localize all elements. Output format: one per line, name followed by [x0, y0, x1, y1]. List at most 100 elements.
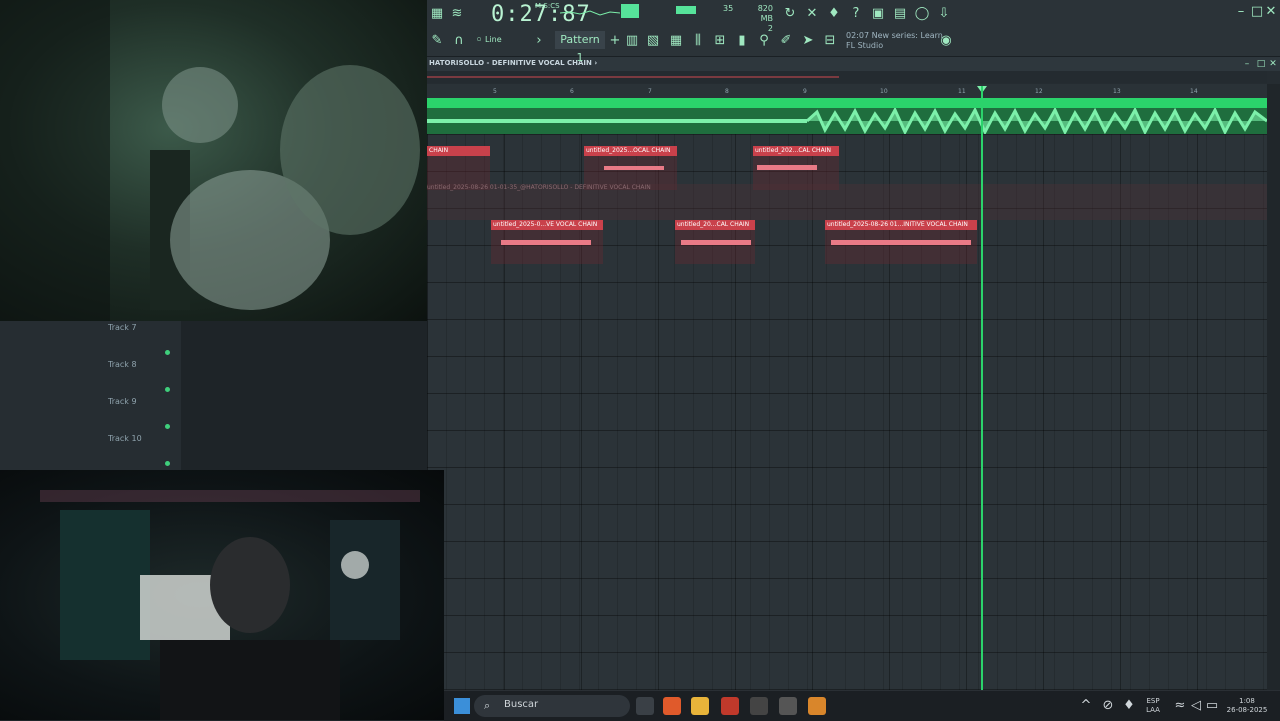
mic-icon[interactable]: ♦ [826, 6, 842, 22]
bar-number: 11 [958, 88, 966, 95]
steam-icon[interactable] [750, 697, 768, 715]
bar-number: 5 [493, 88, 497, 95]
audio-clip-vocal[interactable]: untitled_20...CAL CHAIN [675, 220, 755, 264]
language-indicator[interactable]: ESP LAA [1144, 697, 1162, 715]
playlist-close-icon[interactable]: ✕ [1265, 56, 1280, 72]
waveform [757, 165, 817, 170]
brush-icon[interactable]: ✐ [778, 33, 794, 49]
bar-number: 12 [1035, 88, 1043, 95]
plugin-icon[interactable]: ▤ [892, 6, 908, 22]
taskbar-search[interactable]: ⌕ Buscar [474, 695, 630, 717]
waveform [604, 166, 664, 170]
chat-icon[interactable]: ◯ [914, 6, 930, 22]
clip-label: untitled_2025-08-26 01...INITIVE VOCAL C… [827, 221, 968, 228]
waveform-monitor [560, 10, 620, 16]
add-pattern-icon[interactable]: + [607, 33, 623, 49]
memory-stats: 820 MB 2 [749, 4, 773, 34]
mixer-icon[interactable]: ⫼ [690, 33, 706, 49]
waveform [501, 240, 591, 245]
audio-clip-vocal[interactable]: untitled_2025-0...VE VOCAL CHAIN [491, 220, 603, 264]
tempo-tap-icon[interactable]: ≋ [449, 6, 465, 22]
vertical-scrollbar[interactable] [1267, 84, 1280, 690]
playlist-window: HATORISOLLO - DEFINITIVE VOCAL CHAIN › –… [427, 56, 1280, 690]
bar-number: 6 [570, 88, 574, 95]
close-icon[interactable]: ✕ [1263, 4, 1279, 20]
playlist-icon[interactable]: ▥ [624, 33, 640, 49]
channel-rack-icon[interactable]: ▦ [668, 33, 684, 49]
download-icon[interactable]: ⇩ [936, 6, 952, 22]
bar-number: 14 [1190, 88, 1198, 95]
chevron-right-icon[interactable]: › [531, 33, 547, 49]
cart-icon[interactable]: ⊟ [822, 33, 838, 49]
hint-line-1: 02:07 New series: Learn [846, 31, 943, 40]
windows-start-icon[interactable] [454, 698, 470, 714]
task-view-icon[interactable] [636, 697, 654, 715]
track-label[interactable]: Track 7 [108, 323, 137, 332]
metronome-icon[interactable]: ✕ [804, 6, 820, 22]
network-icon[interactable]: ⊘ [1100, 698, 1116, 714]
clip-label: untitled_2025...OCAL CHAIN [586, 147, 671, 154]
browser-icon[interactable]: ⊞ [712, 33, 728, 49]
webcam-overlay-top [0, 0, 427, 321]
webcam-scene-top [0, 0, 420, 321]
chevron-right-icon[interactable]: › [594, 59, 597, 67]
plug-icon[interactable]: ⚲ [756, 33, 772, 49]
save-icon[interactable]: ▣ [870, 6, 886, 22]
brave-icon[interactable] [663, 697, 681, 715]
search-input[interactable]: Buscar [504, 699, 538, 710]
pencil-icon[interactable]: ✎ [429, 33, 445, 49]
clock-date: 26-08-2025 [1226, 706, 1268, 714]
search-icon: ⌕ [484, 699, 491, 712]
timeline-ruler[interactable]: 5 6 7 8 9 10 11 12 13 14 [427, 84, 1267, 98]
ghost-clip-label: untitled_2025-08-26 01-01-35_@HATORISOLL… [427, 184, 651, 191]
fl-studio-icon[interactable] [808, 697, 826, 715]
audio-clip-beat[interactable] [427, 98, 1267, 134]
track-label[interactable]: Track 8 [108, 360, 137, 369]
track-mute-dot[interactable] [165, 461, 170, 466]
volume-icon[interactable]: ◁ [1188, 698, 1204, 714]
webcam-overlay-bottom [0, 470, 444, 720]
fl-toolbar: ▦ ≋ 0:27:87 M:S:CS 35 820 MB 2 ↻ ✕ ♦ ? ▣… [427, 0, 1280, 64]
ghost-clip[interactable]: untitled_2025-08-26 01-01-35_@HATORISOLL… [427, 184, 1267, 220]
track-mute-dot[interactable] [165, 350, 170, 355]
horizontal-scrollbar[interactable] [427, 71, 1267, 83]
piano-roll-icon[interactable]: ▧ [645, 33, 661, 49]
render-icon[interactable]: ➤ [800, 33, 816, 49]
pattern-selector[interactable]: Pattern 1 [555, 31, 605, 64]
app-icon[interactable] [721, 697, 739, 715]
track-mute-dot[interactable] [165, 424, 170, 429]
wifi-icon[interactable]: ≈ [1172, 698, 1188, 714]
snap-mode-select[interactable]: Line [485, 35, 502, 44]
track-label[interactable]: Track 10 [108, 434, 142, 443]
online-icon[interactable]: ◉ [938, 33, 954, 49]
clip-label: untitled_20...CAL CHAIN [677, 221, 750, 228]
lang-line-1: ESP [1146, 697, 1160, 705]
master-level-meter [621, 4, 639, 18]
audio-clip-vocal[interactable]: untitled_2025-08-26 01...INITIVE VOCAL C… [825, 220, 977, 264]
scroll-thumb[interactable] [427, 76, 839, 78]
minimize-icon[interactable]: – [1233, 4, 1249, 20]
clipboard-icon[interactable]: ▮ [734, 33, 750, 49]
time-unit-label: M:S:CS [535, 2, 560, 10]
waveform [681, 240, 751, 245]
loop-record-icon[interactable]: ↻ [782, 6, 798, 22]
magnet-icon[interactable]: ∩ [451, 33, 467, 49]
chevron-up-icon[interactable]: ^ [1078, 698, 1094, 714]
waveform [427, 108, 1267, 134]
hint-bar[interactable]: 02:07 New series: Learn FL Studio [846, 31, 943, 51]
clip-label: CHAIN [429, 147, 449, 154]
waveform [831, 240, 971, 245]
battery-icon[interactable]: ▭ [1204, 698, 1220, 714]
track-mute-dot[interactable] [165, 387, 170, 392]
bar-number: 13 [1113, 88, 1121, 95]
mic-icon[interactable]: ♦ [1121, 698, 1137, 714]
file-explorer-icon[interactable] [691, 697, 709, 715]
playlist-tracks-area[interactable]: CHAIN untitled_2025...OCAL CHAIN untitle… [427, 98, 1267, 690]
fl-menu-icon[interactable]: ▦ [429, 6, 445, 22]
app-icon[interactable] [779, 697, 797, 715]
clock[interactable]: 1:08 26-08-2025 [1222, 697, 1272, 715]
help-icon[interactable]: ? [848, 6, 864, 22]
playhead[interactable] [981, 86, 983, 690]
track-label[interactable]: Track 9 [108, 397, 137, 406]
clock-time: 1:08 [1239, 697, 1255, 705]
